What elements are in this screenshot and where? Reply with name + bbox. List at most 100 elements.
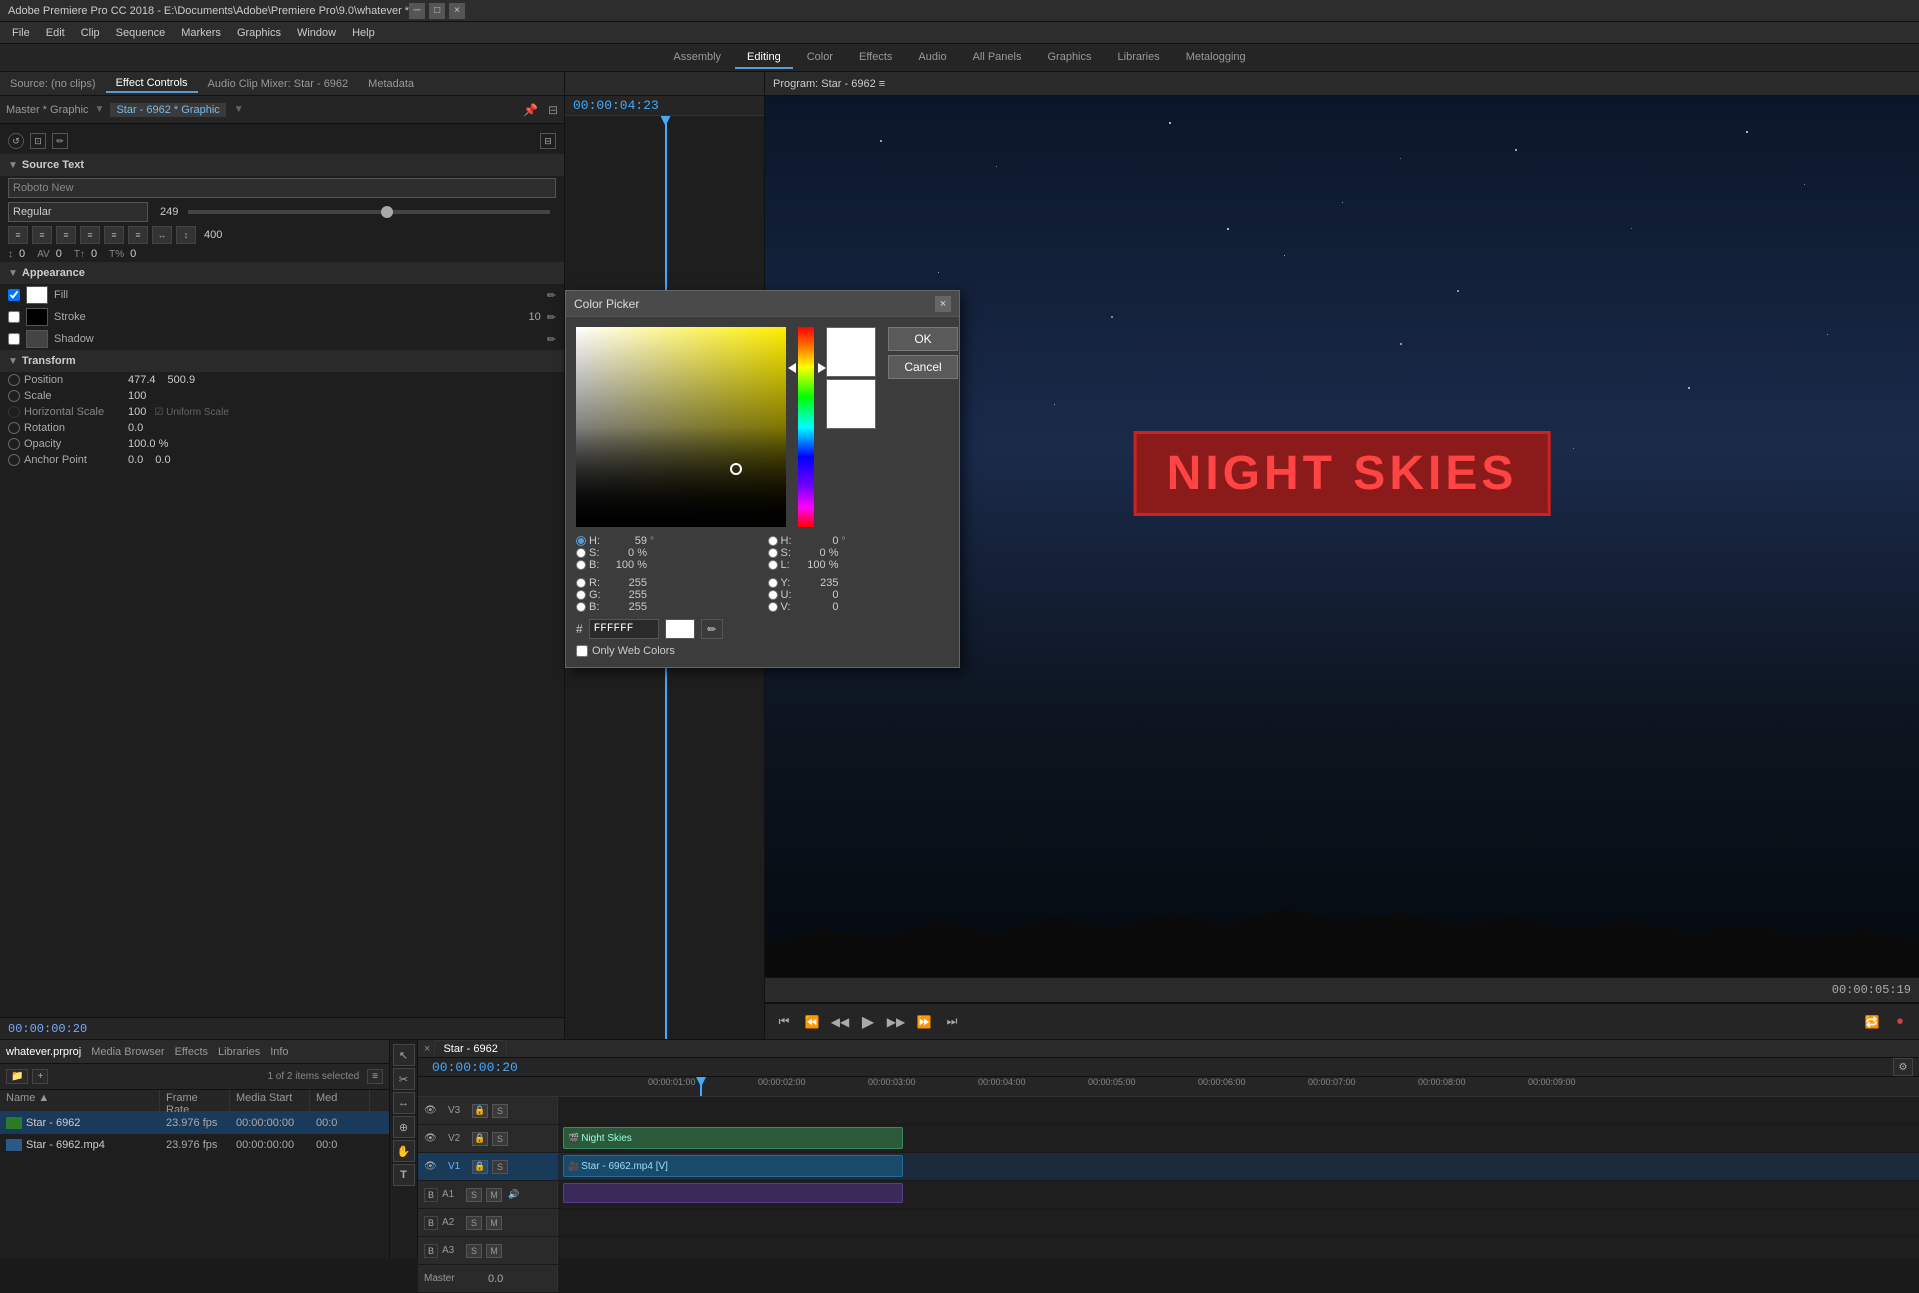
track-a2-enable[interactable]: B [424,1216,438,1230]
pin-button[interactable]: 📌 [523,103,538,117]
menu-graphics[interactable]: Graphics [229,25,289,41]
effects-tab[interactable]: Effects [175,1046,208,1058]
track-v3-lock[interactable]: 🔒 [472,1104,488,1118]
clip-arrow[interactable]: ▼ [234,104,244,115]
fill-checkbox[interactable] [8,289,20,301]
new-bin-button[interactable]: 📁 [6,1069,28,1084]
menu-help[interactable]: Help [344,25,383,41]
opacity-keyframe-btn[interactable] [8,438,20,450]
align-v-btn[interactable]: ↕ [176,226,196,244]
go-to-in-button[interactable]: ⏮ [773,1011,795,1033]
web-colors-checkbox[interactable] [576,645,588,657]
track-v2-toggle[interactable]: 👁 [424,1133,444,1144]
reset-icon[interactable]: ↺ [8,133,24,149]
info-tab[interactable]: Info [270,1046,288,1058]
track-a1-solo[interactable]: S [466,1188,482,1202]
edit-icon[interactable]: ✏ [52,133,68,149]
new-item-button[interactable]: + [32,1069,48,1084]
file-item-star6962-mp4[interactable]: Star - 6962.mp4 23.976 fps 00:00:00:00 0… [0,1134,389,1156]
b1-radio[interactable] [576,560,586,570]
play-stop-button[interactable]: ▶ [857,1011,879,1033]
track-v1-sync[interactable]: S [492,1160,508,1174]
zoom-tool[interactable]: ⊕ [393,1116,415,1138]
align-center-btn[interactable]: ≡ [32,226,52,244]
align-h-btn[interactable]: ↔ [152,226,172,244]
media-browser-tab[interactable]: Media Browser [91,1046,164,1058]
s1-radio[interactable] [576,548,586,558]
spectrum-bar[interactable] [798,327,814,527]
step-forward-button[interactable]: ⏩ [913,1011,935,1033]
collapse-icon[interactable]: ⊟ [540,133,556,149]
go-next-button[interactable]: ▶▶ [885,1011,907,1033]
g-radio[interactable] [576,590,586,600]
source-text-section[interactable]: ▼ Source Text [0,154,564,176]
stroke-checkbox[interactable] [8,311,20,323]
align-justify-right-btn[interactable]: ≡ [128,226,148,244]
source-tab[interactable]: Source: (no clips) [0,76,106,92]
star6962-video-clip[interactable]: 🎥 Star - 6962.mp4 [V] [563,1155,903,1177]
scale-keyframe-btn[interactable] [8,390,20,402]
menu-edit[interactable]: Edit [38,25,73,41]
step-back-button[interactable]: ⏪ [801,1011,823,1033]
fill-fx-icon[interactable]: ✏ [547,289,556,302]
menu-sequence[interactable]: Sequence [108,25,174,41]
rotation-keyframe-btn[interactable] [8,422,20,434]
track-a1-mute[interactable]: M [486,1188,502,1202]
track-a1-enable[interactable]: B [424,1188,438,1202]
anchor-keyframe-btn[interactable] [8,454,20,466]
h2-radio[interactable] [768,536,778,546]
workspace-graphics[interactable]: Graphics [1035,47,1103,69]
track-a2-mute[interactable]: M [486,1216,502,1230]
close-sequence-icon[interactable]: × [424,1043,430,1055]
workspace-effects[interactable]: Effects [847,47,904,69]
color-picker-close[interactable]: × [935,296,951,312]
color-picker-dialog[interactable]: Color Picker × [565,290,960,668]
track-v1-lock[interactable]: 🔒 [472,1160,488,1174]
clip-label[interactable]: Star - 6962 * Graphic [110,103,225,117]
razor-tool[interactable]: ✂ [393,1068,415,1090]
workspace-color[interactable]: Color [795,47,845,69]
track-a3-enable[interactable]: B [424,1244,438,1258]
appearance-section-header[interactable]: ▼ Appearance [0,262,564,284]
stroke-color-swatch[interactable] [26,308,48,326]
b-radio[interactable] [576,602,586,612]
l-radio[interactable] [768,560,778,570]
safe-margins-button[interactable]: ⏺ [1889,1011,1911,1033]
star6962-audio-clip[interactable] [563,1183,903,1203]
font-name-display[interactable]: Roboto New [8,178,556,198]
metadata-tab[interactable]: Metadata [358,76,424,92]
track-v3-sync[interactable]: S [492,1104,508,1118]
workspace-all-panels[interactable]: All Panels [961,47,1034,69]
track-v2-lock[interactable]: 🔒 [472,1132,488,1146]
align-justify-center-btn[interactable]: ≡ [104,226,124,244]
audio-mixer-tab[interactable]: Audio Clip Mixer: Star - 6962 [198,76,359,92]
maximize-button[interactable]: □ [429,3,445,19]
color-picker-titlebar[interactable]: Color Picker × [566,291,959,317]
y-radio[interactable] [768,578,778,588]
shadow-color-swatch[interactable] [26,330,48,348]
list-view-button[interactable]: ≡ [367,1069,383,1084]
font-size-slider[interactable] [188,210,550,214]
hex-input[interactable] [589,619,659,639]
shadow-fx-icon[interactable]: ✏ [547,333,556,346]
workspace-audio[interactable]: Audio [906,47,958,69]
header-arrow[interactable]: ▼ [95,104,105,115]
go-prev-button[interactable]: ◀◀ [829,1011,851,1033]
menu-file[interactable]: File [4,25,38,41]
align-justify-btn[interactable]: ≡ [80,226,100,244]
loop-button[interactable]: 🔁 [1861,1011,1883,1033]
v-radio[interactable] [768,602,778,612]
track-a2-solo[interactable]: S [466,1216,482,1230]
font-size-slider-handle[interactable] [381,206,393,218]
go-to-out-button[interactable]: ⏭ [941,1011,963,1033]
night-skies-clip[interactable]: 🎬 Night Skies [563,1127,903,1149]
track-v3-toggle[interactable]: 👁 [424,1105,444,1116]
menu-markers[interactable]: Markers [173,25,229,41]
position-keyframe-btn[interactable] [8,374,20,386]
s2-radio[interactable] [768,548,778,558]
file-item-star6962[interactable]: Star - 6962 23.976 fps 00:00:00:00 00:0 [0,1112,389,1134]
hand-tool[interactable]: ✋ [393,1140,415,1162]
minimize-button[interactable]: ─ [409,3,425,19]
h1-radio[interactable] [576,536,586,546]
menu-window[interactable]: Window [289,25,344,41]
